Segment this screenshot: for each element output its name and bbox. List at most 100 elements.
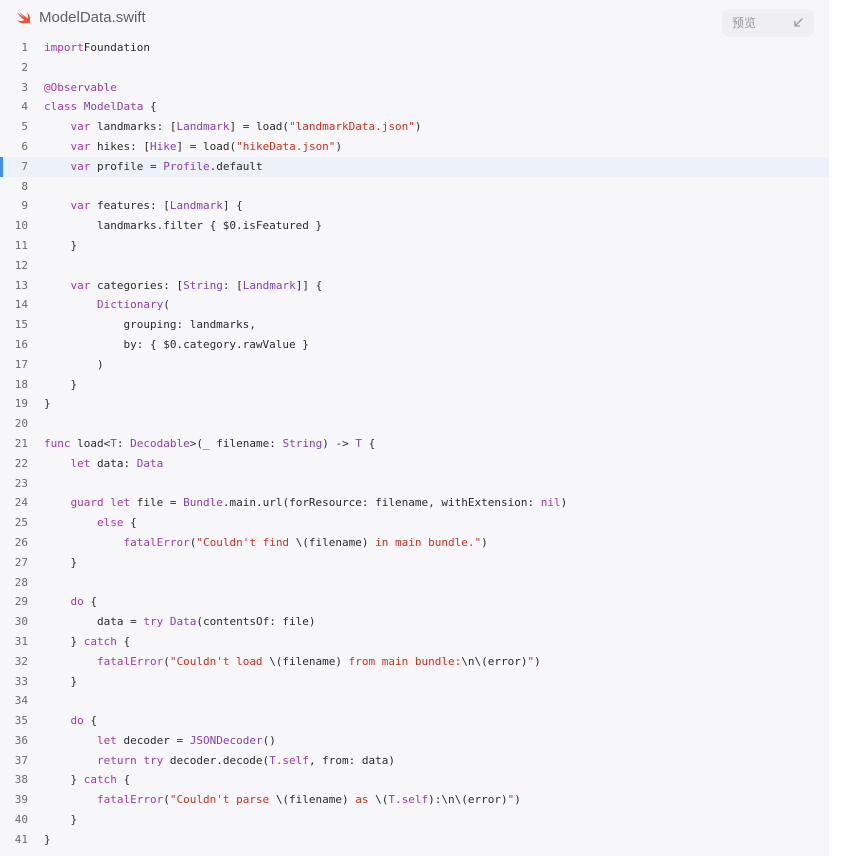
code-token: guard let [70,496,131,510]
code-token: landmarks: [ [90,120,177,134]
code-line: 30 data = try Data(contentsOf: file) [0,612,829,632]
code-line: 28 [0,573,829,593]
line-number: 7 [21,159,28,173]
line-source: landmarks.filter { $0.isFeatured } [44,216,322,236]
code-token: .self [395,793,429,807]
line-number: 37 [14,753,28,767]
code-token: Data [169,615,197,629]
line-source: } catch { [44,770,130,790]
code-token: fatalError [96,654,164,668]
code-line: 23 [0,474,829,494]
code-token: T [355,436,362,450]
code-token: : [ [222,278,243,292]
line-source: } [44,672,77,692]
code-token: ) [44,357,104,371]
code-token: Foundation [83,41,150,54]
line-source: data = try Data(contentsOf: file) [44,612,316,632]
code-block-panel: ModelData.swift 预览 1 importFoundation 2 3 @O… [0,0,829,856]
line-number: 34 [14,694,28,708]
code-line: 36 let decoder = JSONDecoder() [0,731,829,751]
code-token: ModelData [83,100,144,114]
line-number: 29 [14,595,28,609]
code-token: ) -> [322,436,356,450]
line-number: 11 [14,238,28,252]
code-token: T [269,753,276,767]
code-token: var [70,120,91,134]
line-number: 9 [21,199,28,213]
line-number: 30 [14,615,28,629]
code-token: ):\n\(error) [428,793,508,807]
code-token: data: [90,456,137,470]
code-token: do [70,595,84,609]
line-number: 14 [14,298,28,312]
code-token: } [44,238,78,252]
code-token: () [262,733,276,747]
code-line: 14 Dictionary( [0,295,829,315]
code-token: ( [163,793,170,807]
code-token: by: { $0.category.rawValue } [44,337,309,351]
line-source: } [44,830,51,850]
code-token: ) [514,793,521,807]
code-line: 35 do { [0,711,829,731]
code-token: T [110,436,117,450]
line-source: fatalError("Couldn't parse \(filename) a… [44,790,521,810]
file-name: ModelData.swift [39,9,146,26]
code-token: : [116,436,131,450]
code-line: 11 } [0,236,829,256]
line-source: func load<T: Decodable>(_ filename: Stri… [44,434,375,454]
code-token: } [44,813,78,827]
code-token: return try [96,753,164,767]
code-token: } [44,832,51,846]
code-token: "hikeData.json" [236,139,336,153]
code-token: "landmarkData.json" [289,120,415,134]
line-source: importFoundation [44,38,150,58]
line-number: 33 [14,674,28,688]
line-number: 24 [14,496,28,510]
line-number: 15 [14,318,28,332]
line-source: } catch { [44,632,130,652]
line-number: 20 [14,417,28,431]
code-token: in main bundle." [368,535,482,549]
code-line: 17 ) [0,355,829,375]
line-source: } [44,394,51,414]
line-source: } [44,375,77,395]
code-token: \(filename) [295,535,369,549]
code-line: 41} [0,830,829,850]
code-line: 19} [0,394,829,414]
code-token: String [282,436,323,450]
code-token: (contentsOf: file) [196,615,316,629]
code-token: } [44,674,78,688]
code-token: ) [335,139,343,153]
code-line: 39 fatalError("Couldn't parse \(filename… [0,790,829,810]
code-token: "Couldn't find [196,535,296,549]
line-source: var landmarks: [Landmark] = load("landma… [44,117,422,137]
code-token: Dictionary [96,298,164,312]
code-token: } [44,397,51,411]
code-line: 7 var profile = Profile.default [0,156,829,177]
line-number: 36 [14,733,28,747]
code-token: var [70,278,91,292]
code-token: var [70,139,91,153]
code-token: var [70,199,91,213]
line-number: 25 [14,516,28,530]
code-token: "Couldn't parse [169,793,276,807]
line-number: 5 [21,120,28,134]
line-source: by: { $0.category.rawValue } [44,335,309,355]
line-number: 12 [14,258,28,272]
line-source: } [44,810,77,830]
code-token: @Observable [44,80,117,94]
line-source: do { [44,592,98,612]
line-number: 4 [21,100,28,114]
code-token: ) [560,496,568,510]
preview-button[interactable]: 预览 [722,9,814,37]
code-token: \(filename) [275,793,349,807]
code-token: { [123,516,137,530]
